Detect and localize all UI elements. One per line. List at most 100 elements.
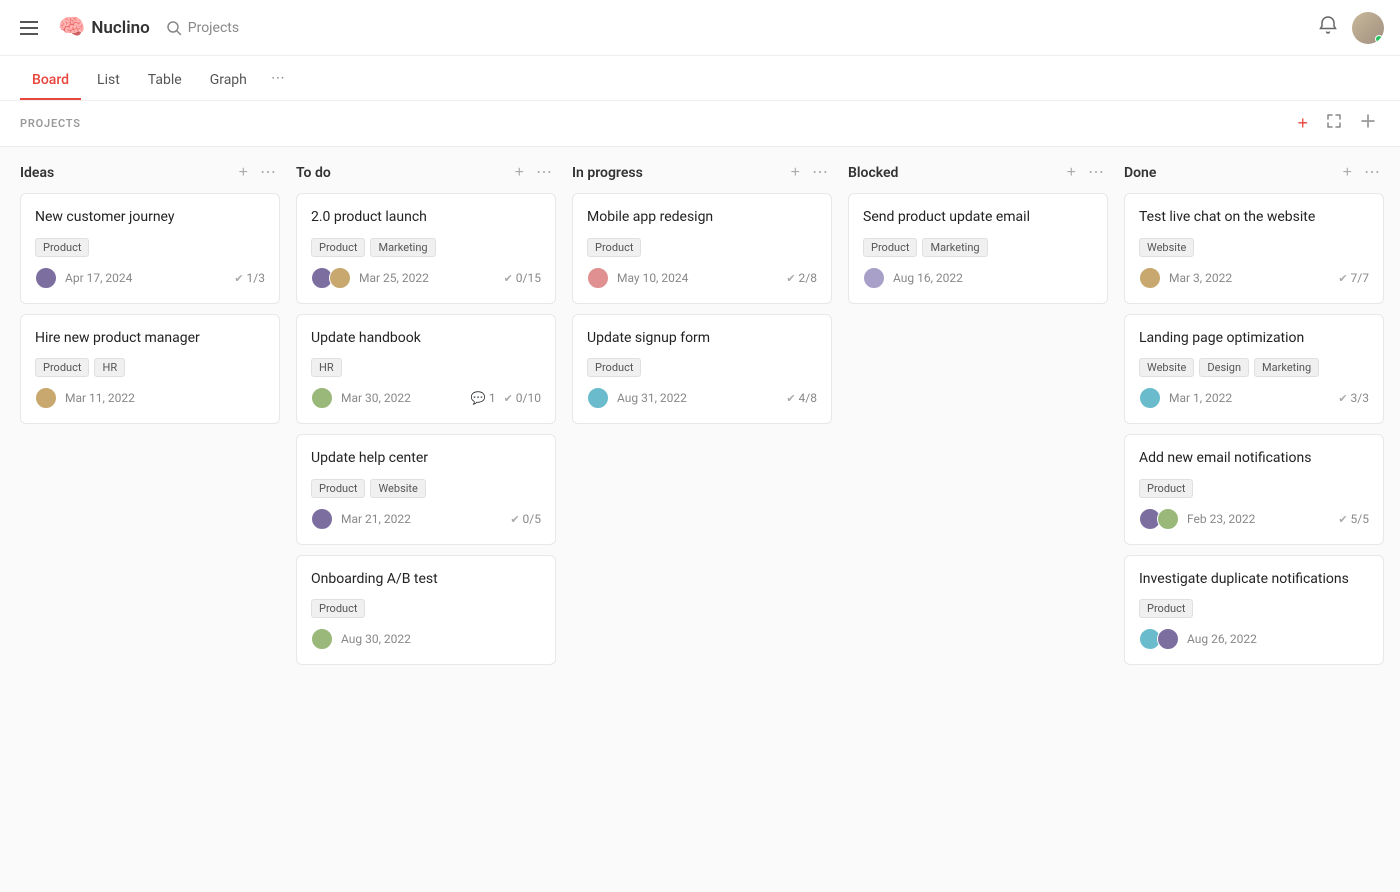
card-footer: Aug 26, 2022: [1139, 628, 1369, 650]
card-todo-1[interactable]: Update handbookHRMar 30, 2022💬 1✔ 0/10: [296, 314, 556, 425]
card-tags: Website: [1139, 238, 1369, 257]
card-avatar: [587, 387, 609, 409]
card-footer: Aug 16, 2022: [863, 267, 1093, 289]
card-footer: May 10, 2024✔ 2/8: [587, 267, 817, 289]
card-todo-2[interactable]: Update help centerProductWebsiteMar 21, …: [296, 434, 556, 545]
card-date: Mar 1, 2022: [1169, 391, 1232, 405]
card-date: Aug 30, 2022: [341, 632, 411, 646]
card-tag: Product: [35, 358, 89, 377]
card-tag: Product: [311, 599, 365, 618]
menu-button[interactable]: [16, 17, 42, 39]
expand-button[interactable]: [1322, 111, 1346, 136]
column-actions-todo: +⋯: [511, 163, 556, 183]
card-tag: Marketing: [1254, 358, 1319, 377]
column-header-blocked: Blocked+⋯: [848, 163, 1108, 183]
column-inprogress: In progress+⋯ Mobile app redesignProductM…: [572, 163, 832, 434]
check-icon: ✔: [786, 272, 795, 285]
column-title-done: Done: [1124, 165, 1333, 181]
card-tag: Website: [1139, 358, 1194, 377]
card-ideas-0[interactable]: New customer journeyProductApr 17, 2024✔…: [20, 193, 280, 304]
check-icon: ✔: [1338, 392, 1347, 405]
card-inprogress-0[interactable]: Mobile app redesignProductMay 10, 2024✔ …: [572, 193, 832, 304]
column-more-button-done[interactable]: ⋯: [1360, 163, 1384, 183]
collapse-button[interactable]: [1356, 111, 1380, 136]
card-meta: ✔ 0/15: [504, 271, 541, 285]
add-card-button-done[interactable]: +: [1339, 163, 1356, 183]
card-tag: Product: [587, 238, 641, 257]
add-card-button-todo[interactable]: +: [511, 163, 528, 183]
search-area[interactable]: Projects: [166, 20, 239, 36]
card-avatar: [329, 267, 351, 289]
card-avatars: [35, 267, 57, 289]
card-avatar: [311, 387, 333, 409]
check-icon: ✔: [1338, 513, 1347, 526]
card-tag: Marketing: [370, 238, 435, 257]
card-avatar: [587, 267, 609, 289]
check-icon: ✔: [504, 272, 513, 285]
card-avatar: [863, 267, 885, 289]
user-avatar[interactable]: [1352, 12, 1384, 44]
column-more-button-blocked[interactable]: ⋯: [1084, 163, 1108, 183]
card-todo-3[interactable]: Onboarding A/B testProductAug 30, 2022: [296, 555, 556, 666]
card-avatar: [1157, 508, 1179, 530]
card-meta: ✔ 0/5: [510, 512, 541, 526]
card-title: Add new email notifications: [1139, 449, 1369, 469]
card-done-1[interactable]: Landing page optimizationWebsiteDesignMa…: [1124, 314, 1384, 425]
card-footer: Mar 11, 2022: [35, 387, 265, 409]
card-footer: Mar 21, 2022 ✔ 0/5: [311, 508, 541, 530]
column-more-button-ideas[interactable]: ⋯: [256, 163, 280, 183]
tab-graph[interactable]: Graph: [198, 58, 259, 100]
card-tags: HR: [311, 358, 541, 377]
column-blocked: Blocked+⋯ Send product update emailProduc…: [848, 163, 1108, 314]
card-inprogress-1[interactable]: Update signup formProductAug 31, 2022✔ 4…: [572, 314, 832, 425]
top-nav: 🧠 Nuclino Projects: [0, 0, 1400, 56]
card-check-count: ✔ 0/10: [504, 391, 541, 405]
card-title: New customer journey: [35, 208, 265, 228]
tab-more-button[interactable]: ⋯: [263, 56, 293, 100]
card-avatar: [311, 628, 333, 650]
add-card-button-inprogress[interactable]: +: [787, 163, 804, 183]
card-meta: ✔ 1/3: [234, 271, 265, 285]
card-title: Update help center: [311, 449, 541, 469]
column-more-button-todo[interactable]: ⋯: [532, 163, 556, 183]
column-header-inprogress: In progress+⋯: [572, 163, 832, 183]
tab-list[interactable]: List: [85, 58, 132, 100]
card-todo-0[interactable]: 2.0 product launchProductMarketingMar 25…: [296, 193, 556, 304]
tab-table[interactable]: Table: [136, 58, 194, 100]
board-header-actions: +: [1293, 111, 1380, 136]
card-date: Mar 3, 2022: [1169, 271, 1232, 285]
card-done-2[interactable]: Add new email notifications Product Feb 23…: [1124, 434, 1384, 545]
column-actions-blocked: +⋯: [1063, 163, 1108, 183]
add-card-button-ideas[interactable]: +: [235, 163, 252, 183]
card-date: Mar 21, 2022: [341, 512, 411, 526]
card-done-0[interactable]: Test live chat on the websiteWebsiteMar …: [1124, 193, 1384, 304]
section-title: PROJECTS: [20, 117, 81, 130]
expand-icon: [1326, 113, 1342, 129]
card-date: Aug 31, 2022: [617, 391, 687, 405]
card-footer: Feb 23, 2022✔ 5/5: [1139, 508, 1369, 530]
card-tags: Product: [311, 599, 541, 618]
card-ideas-1[interactable]: Hire new product managerProductHRMar 11,…: [20, 314, 280, 425]
card-meta: ✔ 2/8: [786, 271, 817, 285]
collapse-icon: [1360, 113, 1376, 129]
online-indicator: [1375, 35, 1383, 43]
column-more-button-inprogress[interactable]: ⋯: [808, 163, 832, 183]
add-column-button[interactable]: +: [1293, 111, 1312, 136]
card-footer: Mar 3, 2022✔ 7/7: [1139, 267, 1369, 289]
card-avatar: [35, 387, 57, 409]
add-card-button-blocked[interactable]: +: [1063, 163, 1080, 183]
nav-right: [1318, 12, 1384, 44]
card-footer: Aug 31, 2022✔ 4/8: [587, 387, 817, 409]
card-tag: Product: [587, 358, 641, 377]
tab-board[interactable]: Board: [20, 58, 81, 100]
column-header-ideas: Ideas+⋯: [20, 163, 280, 183]
logo[interactable]: 🧠 Nuclino: [58, 15, 150, 40]
card-done-3[interactable]: Investigate duplicate notificationsProdu…: [1124, 555, 1384, 666]
card-tag: Product: [1139, 479, 1193, 498]
card-blocked-0[interactable]: Send product update emailProductMarketin…: [848, 193, 1108, 304]
notifications-button[interactable]: [1318, 15, 1338, 40]
card-tag: Product: [1139, 599, 1193, 618]
card-tags: Product: [1139, 479, 1369, 498]
column-title-todo: To do: [296, 165, 505, 181]
column-actions-done: +⋯: [1339, 163, 1384, 183]
